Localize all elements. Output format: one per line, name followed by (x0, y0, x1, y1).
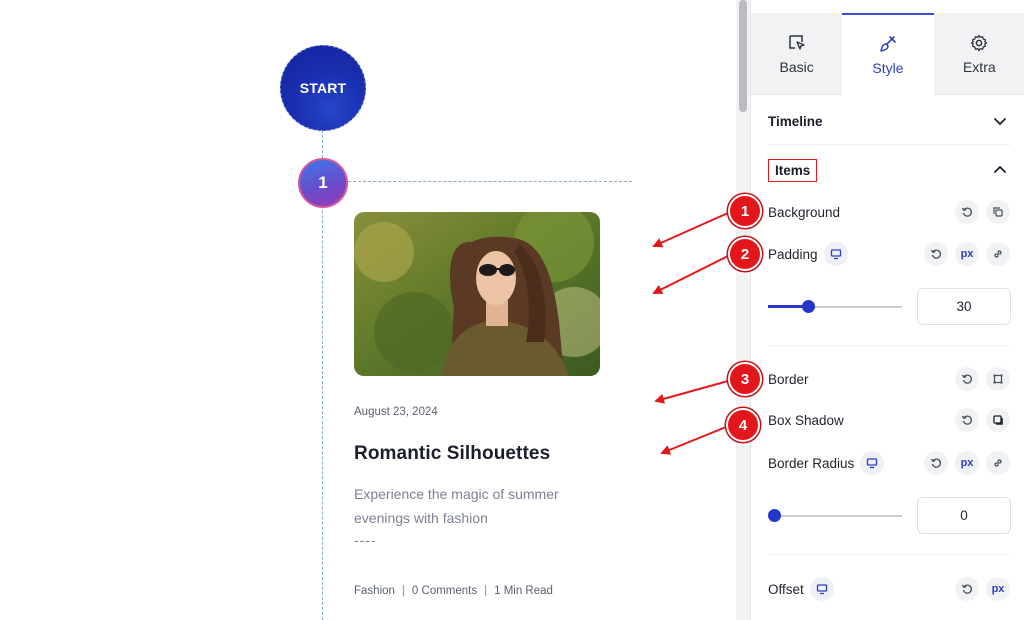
timeline-connector (348, 181, 632, 182)
editor-canvas: START 1 August 23, 2024 Romantic Silhoue… (0, 0, 735, 620)
card-read-time: 1 Min Read (494, 585, 553, 597)
tab-extra[interactable]: Extra (933, 13, 1024, 95)
padding-slider-row: 30 (768, 288, 1011, 326)
offset-label: Offset (768, 581, 804, 597)
start-label: START (299, 80, 347, 96)
reset-icon[interactable] (924, 242, 948, 266)
canvas-scrollbar-thumb[interactable] (739, 0, 747, 112)
chevron-up-icon (994, 166, 1006, 173)
shadow-edit-icon[interactable] (986, 408, 1010, 432)
meta-separator: | (401, 585, 405, 597)
background-control: Background (768, 199, 1010, 225)
timeline-step-badge[interactable]: 1 (298, 158, 348, 208)
reset-icon[interactable] (924, 451, 948, 475)
timeline-start-badge[interactable]: START (280, 45, 366, 131)
annotation-marker-1: 1 (728, 194, 762, 228)
items-section-title: Items (768, 158, 818, 182)
border-radius-slider-row: 0 (768, 497, 1011, 535)
timeline-section-title: Timeline (768, 113, 823, 129)
link-icon[interactable] (986, 242, 1010, 266)
padding-slider-handle[interactable] (802, 300, 815, 313)
items-section-header[interactable]: Items (768, 155, 1008, 185)
box-shadow-label: Box Shadow (768, 412, 844, 428)
tab-basic-label: Basic (779, 58, 814, 75)
unit-selector[interactable]: px (955, 451, 979, 475)
tab-extra-label: Extra (962, 58, 996, 75)
timeline-section-header[interactable]: Timeline (768, 106, 1008, 136)
brush-icon (880, 36, 896, 52)
card-category[interactable]: Fashion (354, 585, 395, 597)
border-edit-icon[interactable] (986, 367, 1010, 391)
annotation-marker-4: 4 (726, 408, 760, 442)
style-panel: Basic Style Extra Timeline Items Backgro… (750, 0, 1024, 620)
annotation-marker-2: 2 (728, 237, 762, 271)
card-date: August 23, 2024 (354, 406, 438, 418)
cursor-select-icon (788, 34, 805, 50)
tab-style[interactable]: Style (842, 13, 934, 95)
unit-selector[interactable]: px (955, 242, 979, 266)
padding-control: Padding px (768, 241, 1010, 267)
link-icon[interactable] (986, 451, 1010, 475)
desktop-device-icon[interactable] (809, 577, 834, 601)
card-meta: Fashion | 0 Comments | 1 Min Read (354, 585, 553, 597)
annotation-marker-3: 3 (728, 362, 762, 396)
copy-icon[interactable] (986, 200, 1010, 224)
section-divider (768, 345, 1010, 346)
border-radius-input[interactable]: 0 (917, 497, 1011, 534)
reset-icon[interactable] (955, 577, 979, 601)
border-radius-slider-handle[interactable] (768, 509, 781, 522)
box-shadow-control: Box Shadow (768, 407, 1010, 433)
card-excerpt: Experience the magic of summer evenings … (354, 486, 559, 526)
border-control: Border (768, 366, 1010, 392)
step-number: 1 (318, 173, 328, 192)
tab-style-label: Style (872, 60, 904, 76)
reset-icon[interactable] (955, 408, 979, 432)
meta-separator: | (484, 585, 488, 597)
card-image[interactable] (354, 212, 600, 376)
tab-basic[interactable]: Basic (751, 13, 843, 95)
background-label: Background (768, 204, 841, 220)
border-radius-slider-track[interactable] (768, 515, 902, 517)
offset-control: Offset px (768, 576, 1010, 602)
chevron-down-icon (994, 118, 1006, 125)
padding-input[interactable]: 30 (917, 288, 1011, 325)
reset-icon[interactable] (955, 200, 979, 224)
section-divider (768, 144, 1010, 145)
padding-label: Padding (768, 246, 818, 262)
panel-tabs: Basic Style Extra (751, 13, 1024, 95)
section-divider (768, 554, 1010, 555)
gear-icon (971, 34, 988, 51)
reset-icon[interactable] (955, 367, 979, 391)
border-radius-control: Border Radius px (768, 450, 1010, 476)
border-label: Border (768, 371, 809, 387)
desktop-device-icon[interactable] (860, 451, 885, 475)
unit-selector[interactable]: px (986, 577, 1010, 601)
card-comments[interactable]: 0 Comments (412, 585, 477, 597)
border-radius-label: Border Radius (768, 455, 855, 471)
woman-photo-image (354, 212, 600, 376)
card-separator: ---- (354, 532, 377, 548)
desktop-device-icon[interactable] (823, 242, 848, 266)
card-title[interactable]: Romantic Silhouettes (354, 443, 550, 465)
